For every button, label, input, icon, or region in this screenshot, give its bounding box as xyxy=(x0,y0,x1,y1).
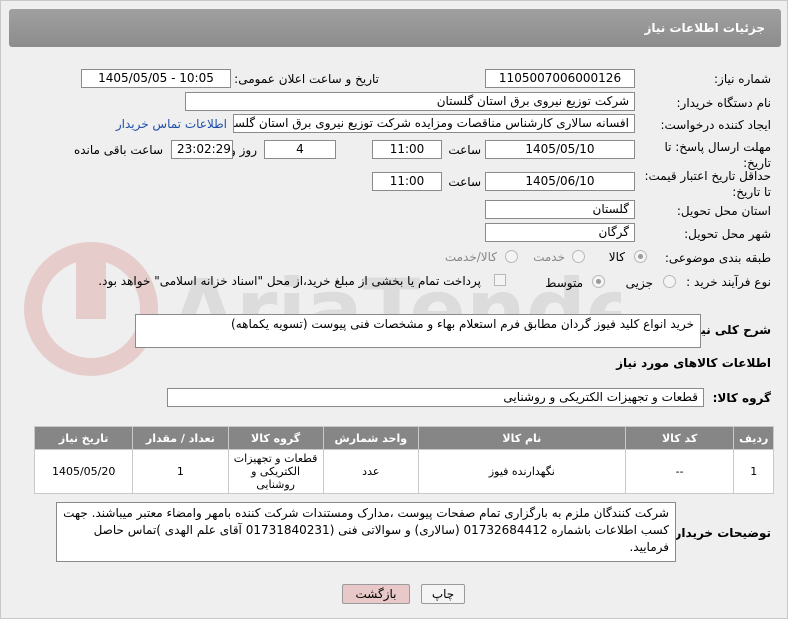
back-button[interactable]: بازگشت xyxy=(342,584,410,604)
cell-unit: عدد xyxy=(322,449,419,494)
city-label: شهر محل تحویل: xyxy=(684,227,771,241)
details-panel: جزئیات اطلاعات نیاز AriaTender.net شماره… xyxy=(0,0,788,619)
category-service-radio[interactable] xyxy=(572,250,585,263)
cell-name: نگهدارنده فیوز xyxy=(417,449,626,494)
cell-code: -- xyxy=(624,449,735,494)
panel-header: جزئیات اطلاعات نیاز xyxy=(9,9,781,47)
need-summary-field[interactable]: خرید انواع کلید فیوز گردان مطابق فرم است… xyxy=(135,314,701,348)
province-label: استان محل تحویل: xyxy=(676,204,771,218)
col-name: نام کالا xyxy=(417,426,626,450)
deadline-label: مهلت ارسال پاسخ: تا تاریخ: xyxy=(664,140,771,170)
goods-group-label: گروه کالا: xyxy=(712,391,771,405)
category-label: طبقه بندی موضوعی: xyxy=(664,251,771,265)
col-need-date: تاریخ نیاز xyxy=(33,426,134,450)
remaining-time-field[interactable]: 23:02:29 xyxy=(171,140,233,159)
print-button[interactable]: چاپ xyxy=(421,584,465,604)
category-service-label: خدمت xyxy=(533,250,565,264)
buyer-contact-link[interactable]: اطلاعات تماس خریدار xyxy=(116,117,227,131)
price-validity-label: حداقل تاریخ اعتبار قیمت: تا تاریخ: xyxy=(644,169,771,199)
process-small-radio[interactable] xyxy=(663,275,676,288)
requester-label: ایجاد کننده درخواست: xyxy=(660,118,771,132)
cell-group: قطعات و تجهیزات الکتریکی و روشنایی xyxy=(227,449,324,494)
buyer-org-field[interactable]: شرکت توزیع نیروی برق استان گلستان xyxy=(185,92,635,111)
table-row[interactable]: 1 -- نگهدارنده فیوز عدد قطعات و تجهیزات … xyxy=(33,449,774,494)
need-number-label: شماره نیاز: xyxy=(714,72,771,86)
announce-date-label: تاریخ و ساعت اعلان عمومی: xyxy=(234,72,379,86)
category-both-label: کالا/خدمت xyxy=(444,250,497,264)
col-quantity: تعداد / مقدار xyxy=(132,426,229,450)
col-row: ردیف xyxy=(733,426,774,450)
price-validity-date-field[interactable]: 1405/06/10 xyxy=(485,172,635,191)
goods-section-title: اطلاعات کالاهای مورد نیاز xyxy=(616,356,771,370)
cell-row: 1 xyxy=(733,449,774,494)
cell-need-date: 1405/05/20 xyxy=(33,449,134,494)
process-small-label: جزیی xyxy=(625,276,653,290)
requester-field[interactable]: افسانه سالاری کارشناس مناقصات ومزایده شر… xyxy=(233,114,635,133)
category-both-radio[interactable] xyxy=(505,250,518,263)
goods-table-header: ردیف کد کالا نام کالا واحد شمارش گروه کا… xyxy=(33,426,774,450)
treasury-payment-note: پرداخت تمام یا بخشی از مبلغ خرید،از محل … xyxy=(98,274,481,288)
col-code: کد کالا xyxy=(624,426,735,450)
deadline-date-field[interactable]: 1405/05/10 xyxy=(485,140,635,159)
days-remaining-field[interactable]: 4 xyxy=(264,140,336,159)
price-validity-time-word: ساعت xyxy=(448,175,481,189)
panel-title: جزئیات اطلاعات نیاز xyxy=(644,21,765,35)
treasury-payment-checkbox[interactable] xyxy=(494,274,506,286)
cell-quantity: 1 xyxy=(132,449,229,494)
category-goods-label: کالا xyxy=(608,250,625,264)
need-number-field[interactable]: 1105007006000126 xyxy=(485,69,635,88)
buyer-org-label: نام دستگاه خریدار: xyxy=(676,96,772,110)
city-field[interactable]: گرگان xyxy=(485,223,635,242)
process-medium-label: متوسط xyxy=(545,276,583,290)
goods-group-field[interactable]: قطعات و تجهیزات الکتریکی و روشنایی xyxy=(167,388,704,407)
category-goods-radio[interactable] xyxy=(634,250,647,263)
buyer-notes-label: توضیحات خریدار: xyxy=(669,526,771,540)
announce-date-field[interactable]: 1405/05/05 - 10:05 xyxy=(81,69,231,88)
watermark-logo: AriaTender.net xyxy=(24,242,621,376)
deadline-time-field[interactable]: 11:00 xyxy=(372,140,442,159)
goods-table: ردیف کد کالا نام کالا واحد شمارش گروه کا… xyxy=(33,426,774,494)
deadline-time-word: ساعت xyxy=(448,143,481,157)
process-medium-radio[interactable] xyxy=(592,275,605,288)
remaining-time-word: ساعت باقی مانده xyxy=(73,143,163,157)
price-validity-time-field[interactable]: 11:00 xyxy=(372,172,442,191)
days-word: روز و xyxy=(230,143,257,157)
process-type-label: نوع فرآیند خرید : xyxy=(686,275,771,289)
col-group: گروه کالا xyxy=(227,426,324,450)
col-unit: واحد شمارش xyxy=(322,426,419,450)
province-field[interactable]: گلستان xyxy=(485,200,635,219)
buyer-notes-field[interactable]: شرکت کنندگان ملزم به بارگزاری تمام صفحات… xyxy=(56,502,676,562)
